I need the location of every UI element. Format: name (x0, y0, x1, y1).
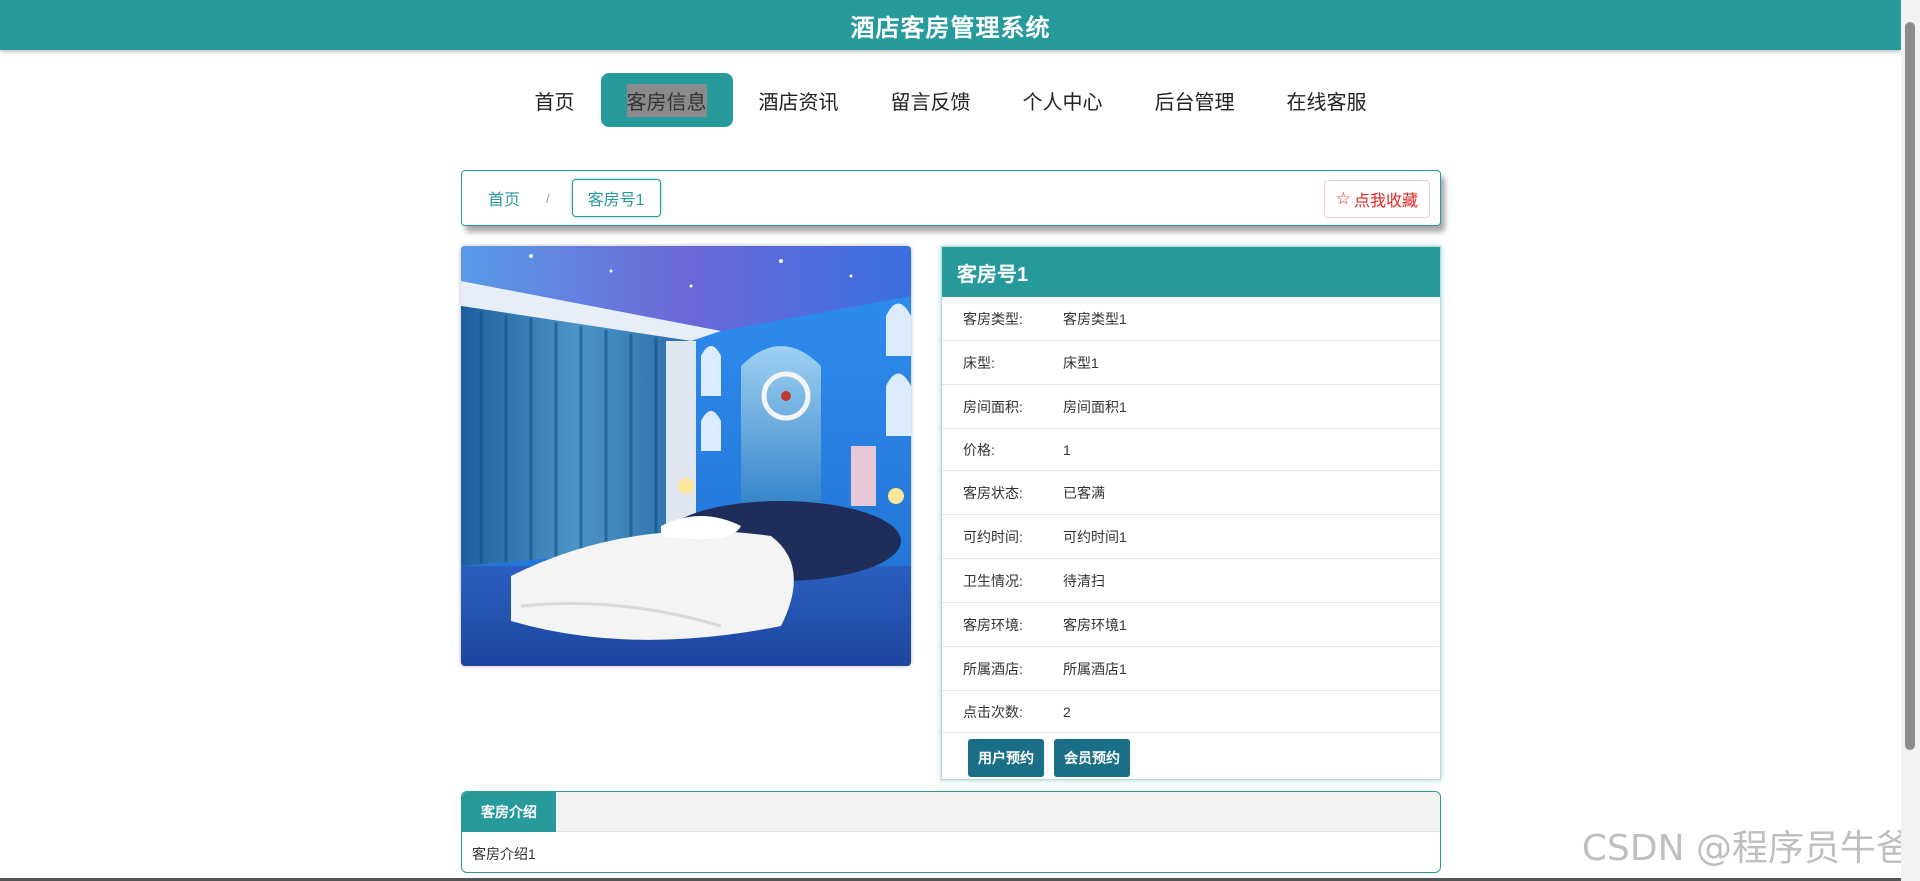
star-outline-icon: ☆ (1335, 189, 1351, 208)
detail-key: 客房环境: (963, 616, 1023, 633)
intro-content: 客房介绍1 (472, 846, 536, 862)
nav-item-label: 在线客服 (1286, 91, 1367, 114)
nav-item-label: 首页 (534, 91, 575, 114)
detail-row-hotel: 所属酒店: 所属酒店1 (942, 647, 1440, 691)
site-title: 酒店客房管理系统 (850, 14, 1051, 42)
detail-row-environment: 客房环境: 客房环境1 (942, 603, 1440, 647)
tab-room-intro[interactable]: 客房介绍 (462, 792, 556, 832)
nav-item-label: 留言反馈 (890, 91, 971, 114)
nav-item-feedback[interactable]: 留言反馈 (865, 73, 997, 127)
member-booking-button[interactable]: 会员预约 (1054, 739, 1130, 777)
room-detail-panel: 客房号1 客房类型: 客房类型1 床型: 床型1 房间面积: 房间面积1 价格: 1 客… (941, 246, 1441, 780)
detail-key: 所属酒店: (963, 660, 1023, 677)
favorite-button[interactable]: ☆ 点我收藏 (1323, 180, 1430, 218)
detail-key: 客房状态: (963, 484, 1023, 501)
nav-item-label: 后台管理 (1154, 91, 1235, 114)
nav-item-home[interactable]: 首页 (509, 73, 601, 127)
detail-key: 房间面积: (963, 398, 1023, 415)
detail-row-room-type: 客房类型: 客房类型1 (942, 297, 1440, 341)
detail-row-clicks: 点击次数: 2 (942, 691, 1440, 733)
nav-item-rooms[interactable]: 客房信息 (600, 73, 733, 127)
header-bar: 酒店客房管理系统 (0, 0, 1901, 50)
nav-item-label: 酒店资讯 (758, 91, 839, 114)
main-nav: 首页 客房信息 酒店资讯 留言反馈 个人中心 后台管理 在线客服 (0, 73, 1901, 127)
detail-value: 客房类型1 (1063, 310, 1127, 327)
detail-key: 可约时间: (963, 528, 1023, 545)
breadcrumb-separator: / (546, 190, 550, 206)
scrollbar-thumb[interactable] (1905, 22, 1915, 750)
breadcrumb-home-link[interactable]: 首页 (474, 186, 534, 210)
nav-item-service[interactable]: 在线客服 (1261, 73, 1393, 127)
detail-key: 点击次数: (963, 703, 1023, 720)
detail-value: 客房环境1 (1063, 616, 1127, 633)
detail-value: 待清扫 (1063, 572, 1105, 589)
booking-buttons: 用户预约 会员预约 (942, 733, 1440, 783)
room-intro-panel: 客房介绍 客房介绍1 (461, 791, 1441, 873)
detail-key: 价格: (963, 441, 995, 458)
detail-row-status: 客房状态: 已客满 (942, 471, 1440, 515)
breadcrumb: 首页 / 客房号1 ☆ 点我收藏 (461, 170, 1441, 226)
nav-item-profile[interactable]: 个人中心 (997, 73, 1129, 127)
room-photo (461, 246, 911, 666)
detail-value: 房间面积1 (1063, 398, 1127, 415)
room-title: 客房号1 (942, 247, 1440, 297)
detail-value: 床型1 (1063, 354, 1099, 371)
favorite-label: 点我收藏 (1353, 193, 1418, 210)
detail-row-available-time: 可约时间: 可约时间1 (942, 515, 1440, 559)
detail-row-bed-type: 床型: 床型1 (942, 341, 1440, 385)
nav-item-admin[interactable]: 后台管理 (1129, 73, 1261, 127)
detail-value: 所属酒店1 (1063, 660, 1127, 677)
intro-tabs: 客房介绍 (462, 792, 1440, 832)
detail-value: 可约时间1 (1063, 528, 1127, 545)
user-booking-button[interactable]: 用户预约 (968, 739, 1044, 777)
page: 酒店客房管理系统 首页 客房信息 酒店资讯 留言反馈 个人中心 后台管理 在线客… (0, 0, 1920, 881)
nav-item-news[interactable]: 酒店资讯 (733, 73, 865, 127)
detail-row-price: 价格: 1 (942, 429, 1440, 471)
detail-key: 床型: (963, 354, 995, 371)
nav-item-label: 客房信息 (626, 83, 707, 117)
detail-row-hygiene: 卫生情况: 待清扫 (942, 559, 1440, 603)
watermark: CSDN @程序员牛爸 (1581, 828, 1912, 869)
breadcrumb-current[interactable]: 客房号1 (571, 179, 661, 217)
detail-key: 客房类型: (963, 310, 1023, 327)
detail-value: 已客满 (1063, 484, 1105, 501)
detail-key: 卫生情况: (963, 572, 1023, 589)
detail-row-area: 房间面积: 房间面积1 (942, 385, 1440, 429)
detail-value: 2 (1063, 703, 1071, 720)
vertical-scrollbar[interactable] (1901, 0, 1920, 881)
nav-item-label: 个人中心 (1022, 91, 1103, 114)
detail-value: 1 (1063, 441, 1071, 458)
